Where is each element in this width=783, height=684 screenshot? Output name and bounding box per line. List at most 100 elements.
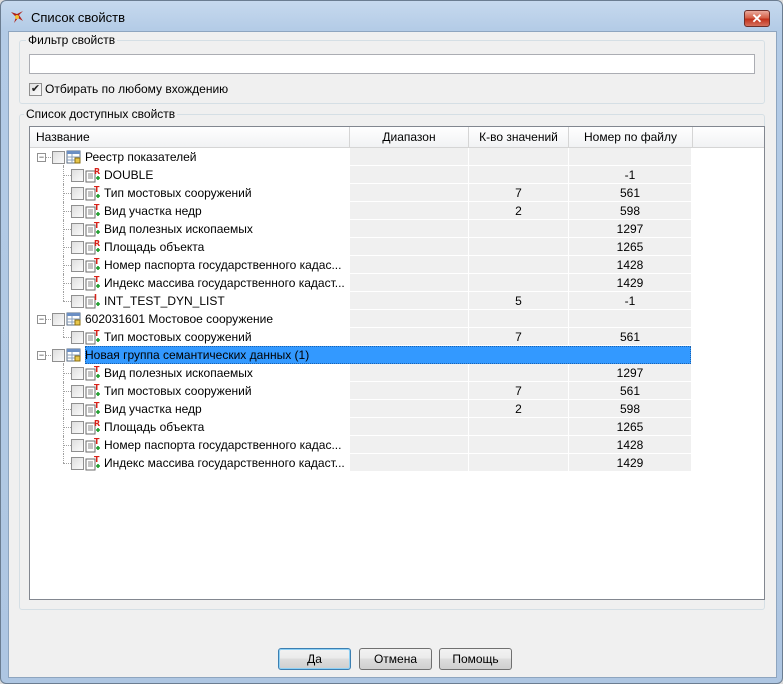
row-label: Новая группа семантических данных (1)	[85, 348, 310, 362]
row-checkbox[interactable]	[52, 151, 65, 164]
tree-connector	[63, 445, 71, 446]
tree-connector	[63, 454, 64, 463]
tree-connector	[63, 265, 71, 266]
row-label: Индекс массива государственного кадаст..…	[104, 276, 345, 290]
tree-connector	[63, 229, 71, 230]
close-button[interactable]: ✕	[744, 10, 770, 27]
cell-count	[469, 166, 569, 184]
cell-range	[350, 418, 469, 436]
svg-text:T: T	[94, 329, 100, 338]
cell-file-number: 561	[569, 382, 691, 400]
checkmark-icon: ✔	[30, 82, 41, 95]
real-attribute-icon: R	[85, 167, 101, 183]
cell-count: 7	[469, 184, 569, 202]
tree-property-row[interactable]: 7 561 T Тип мостовых сооружений	[30, 382, 764, 400]
row-checkbox[interactable]	[71, 403, 84, 416]
tree-property-row[interactable]: 2 598 T Вид участка недр	[30, 400, 764, 418]
column-header-name[interactable]: Название	[30, 127, 350, 147]
any-match-option[interactable]: ✔ Отбирать по любому вхождению	[29, 82, 228, 96]
text-attribute-icon: T	[85, 203, 101, 219]
row-label: Реестр показателей	[85, 150, 197, 164]
tree-connector	[63, 301, 71, 302]
row-label: Вид полезных ископаемых	[104, 366, 253, 380]
cell-range	[350, 454, 469, 472]
column-header-count[interactable]: К-во значений	[469, 127, 569, 147]
filter-input[interactable]	[29, 54, 755, 74]
dialog-window: Список свойств ✕ Фильтр свойств ✔ Отбира…	[0, 0, 783, 684]
tree-connector	[63, 211, 71, 212]
grid-header: Название Диапазон К-во значений Номер по…	[30, 127, 764, 148]
cell-range	[350, 310, 469, 328]
tree-property-row[interactable]: 5 -1 I INT_TEST_DYN_LIST	[30, 292, 764, 310]
collapse-toggle[interactable]: −	[37, 315, 46, 324]
tree-property-row[interactable]: 1265 R Площадь объекта	[30, 238, 764, 256]
ok-button[interactable]: Да	[278, 648, 351, 670]
cell-range	[350, 292, 469, 310]
help-button[interactable]: Помощь	[439, 648, 512, 670]
tree-property-row[interactable]: 1429 T Индекс массива государственного кад…	[30, 274, 764, 292]
cell-count	[469, 274, 569, 292]
table-group-icon	[66, 347, 82, 363]
tree-group-row[interactable]: − Новая группа семантических данных (1)	[30, 346, 764, 364]
text-attribute-icon: T	[85, 383, 101, 399]
cell-file-number: 1265	[569, 418, 691, 436]
row-checkbox[interactable]	[71, 385, 84, 398]
row-checkbox[interactable]	[71, 205, 84, 218]
cell-range	[350, 238, 469, 256]
tree-property-row[interactable]: 1297 T Вид полезных ископаемых	[30, 364, 764, 382]
row-checkbox[interactable]	[52, 313, 65, 326]
tree-connector	[63, 373, 71, 374]
tree-property-row[interactable]: 1428 T Номер паспорта государственного кад…	[30, 436, 764, 454]
property-tree-grid[interactable]: Название Диапазон К-во значений Номер по…	[29, 126, 765, 600]
svg-text:R: R	[94, 167, 100, 176]
row-checkbox[interactable]	[71, 223, 84, 236]
tree-property-row[interactable]: 7 561 T Тип мостовых сооружений	[30, 184, 764, 202]
tree-group-row[interactable]: − Реестр показателей	[30, 148, 764, 166]
cell-count: 2	[469, 400, 569, 418]
cell-file-number: 1297	[569, 220, 691, 238]
row-checkbox[interactable]	[71, 187, 84, 200]
text-attribute-icon: T	[85, 401, 101, 417]
integer-attribute-icon: I	[85, 293, 101, 309]
tree-group-row[interactable]: − 602031601 Мостовое сооружение	[30, 310, 764, 328]
row-checkbox[interactable]	[52, 349, 65, 362]
column-header-file-number[interactable]: Номер по файлу	[569, 127, 693, 147]
row-checkbox[interactable]	[71, 457, 84, 470]
collapse-toggle[interactable]: −	[37, 153, 46, 162]
tree-property-row[interactable]: 1265 R Площадь объекта	[30, 418, 764, 436]
tree-connector	[63, 391, 71, 392]
svg-text:T: T	[94, 257, 100, 266]
title-bar[interactable]: Список свойств ✕	[1, 1, 782, 31]
cell-count: 2	[469, 202, 569, 220]
row-checkbox[interactable]	[71, 259, 84, 272]
text-attribute-icon: T	[85, 455, 101, 471]
tree-property-row[interactable]: 2 598 T Вид участка недр	[30, 202, 764, 220]
cell-range	[350, 220, 469, 238]
tree-property-row[interactable]: -1 R DOUBLE	[30, 166, 764, 184]
row-checkbox[interactable]	[71, 439, 84, 452]
row-checkbox[interactable]	[71, 331, 84, 344]
column-header-range[interactable]: Диапазон	[350, 127, 469, 147]
row-checkbox[interactable]	[71, 421, 84, 434]
real-attribute-icon: R	[85, 419, 101, 435]
row-checkbox[interactable]	[71, 295, 84, 308]
svg-text:T: T	[94, 203, 100, 212]
cell-count	[469, 256, 569, 274]
cell-count	[469, 436, 569, 454]
cell-range	[350, 364, 469, 382]
any-match-checkbox[interactable]: ✔	[29, 82, 42, 96]
row-checkbox[interactable]	[71, 367, 84, 380]
svg-text:T: T	[94, 185, 100, 194]
text-attribute-icon: T	[85, 275, 101, 291]
close-icon: ✕	[751, 10, 763, 26]
tree-property-row[interactable]: 7 561 T Тип мостовых сооружений	[30, 328, 764, 346]
row-checkbox[interactable]	[71, 241, 84, 254]
tree-property-row[interactable]: 1428 T Номер паспорта государственного кад…	[30, 256, 764, 274]
tree-property-row[interactable]: 1297 T Вид полезных ископаемых	[30, 220, 764, 238]
row-checkbox[interactable]	[71, 169, 84, 182]
text-attribute-icon: T	[85, 221, 101, 237]
cancel-button[interactable]: Отмена	[359, 648, 432, 670]
collapse-toggle[interactable]: −	[37, 351, 46, 360]
row-checkbox[interactable]	[71, 277, 84, 290]
tree-property-row[interactable]: 1429 T Индекс массива государственного кад…	[30, 454, 764, 472]
